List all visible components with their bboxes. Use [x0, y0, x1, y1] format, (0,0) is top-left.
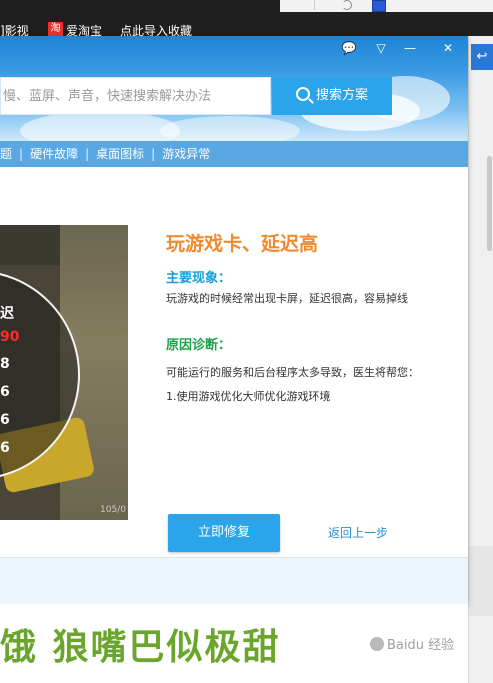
ammo-counter: 105/0 [100, 505, 126, 515]
symptom-text: 玩游戏的时候经常出现卡屏，延迟很高，容易掉线 [166, 292, 408, 305]
scrollbar[interactable] [487, 156, 492, 251]
browser-bookmark-bar: ]影视 淘 爱淘宝 点此导入收藏 [0, 0, 493, 38]
repair-now-button[interactable]: 立即修复 [168, 514, 280, 552]
menu-dropdown-icon[interactable]: ▽ [371, 40, 391, 56]
search-icon [295, 87, 310, 101]
taobao-icon: 淘 [48, 22, 63, 36]
cloud-decoration [20, 111, 180, 141]
user-icon[interactable] [372, 0, 386, 12]
nav-item-game-issues[interactable]: 游戏异常 [162, 141, 210, 167]
game-screenshot: 迟 90 8 6 6 6 105/0 [0, 225, 128, 520]
nav-item-partial[interactable]: 题 [0, 141, 12, 167]
symptom-heading: 主要现象： [166, 271, 232, 286]
watermark-text: Baidu 经验 [387, 638, 455, 653]
nav-separator: | [19, 147, 24, 161]
search-button[interactable]: 搜索方案 [272, 77, 392, 115]
cause-heading: 原因诊断： [166, 338, 232, 353]
fix-step: 1.使用游戏优化大师优化游戏环境 [166, 390, 331, 403]
nav-item-hardware[interactable]: 硬件故障 [30, 141, 78, 167]
dialog-header: 💬 ▽ — ✕ 搜索方案 [0, 36, 468, 141]
watermark: Baidu 经验 [370, 634, 454, 653]
problem-title: 玩游戏卡、延迟高 [166, 233, 319, 255]
search-button-label: 搜索方案 [315, 88, 368, 103]
refresh-icon[interactable] [342, 0, 352, 10]
chat-icon[interactable]: 💬 [339, 40, 359, 56]
problem-detail: 迟 90 8 6 6 6 105/0 玩游戏卡、延迟高 主要现象： 玩游戏的时候… [0, 167, 468, 557]
minimize-icon[interactable]: — [400, 40, 420, 56]
close-icon[interactable]: ✕ [438, 40, 458, 56]
cause-text: 可能运行的服务和后台程序太多导致，医生将帮您： [166, 366, 419, 379]
search-input[interactable] [1, 78, 263, 114]
toolbar-separator [294, 0, 315, 10]
browser-side-strip: ↩ [468, 36, 493, 683]
overlay-text: 90 [0, 329, 20, 345]
nav-separator: | [151, 147, 156, 161]
overlay-text: 6 [0, 384, 10, 400]
background-headline: 饿 狼嘴巴似极甜 [0, 626, 281, 668]
browser-toolbar [280, 0, 493, 12]
side-panel [469, 546, 493, 616]
back-arrow-icon[interactable]: ↩ [471, 44, 493, 70]
overlay-text: 8 [0, 356, 10, 372]
cloud-decoration [160, 116, 300, 141]
nav-item-desktop-icons[interactable]: 桌面图标 [96, 141, 144, 167]
background-page: 饿 狼嘴巴似极甜 Baidu 经验 [0, 604, 468, 683]
nav-separator: | [85, 147, 90, 161]
paw-icon [370, 637, 384, 651]
pc-doctor-dialog: 💬 ▽ — ✕ 搜索方案 题 | 硬件故障 | 桌面图标 | 游戏异常 迟 90 8 6 6… [0, 36, 468, 604]
category-nav: 题 | 硬件故障 | 桌面图标 | 游戏异常 [0, 141, 468, 167]
overlay-text: 6 [0, 412, 10, 428]
overlay-text: 迟 [0, 306, 14, 322]
overlay-text: 6 [0, 440, 10, 456]
back-link[interactable]: 返回上一步 [328, 524, 388, 541]
dialog-footer [0, 557, 468, 604]
search-box [0, 77, 271, 115]
